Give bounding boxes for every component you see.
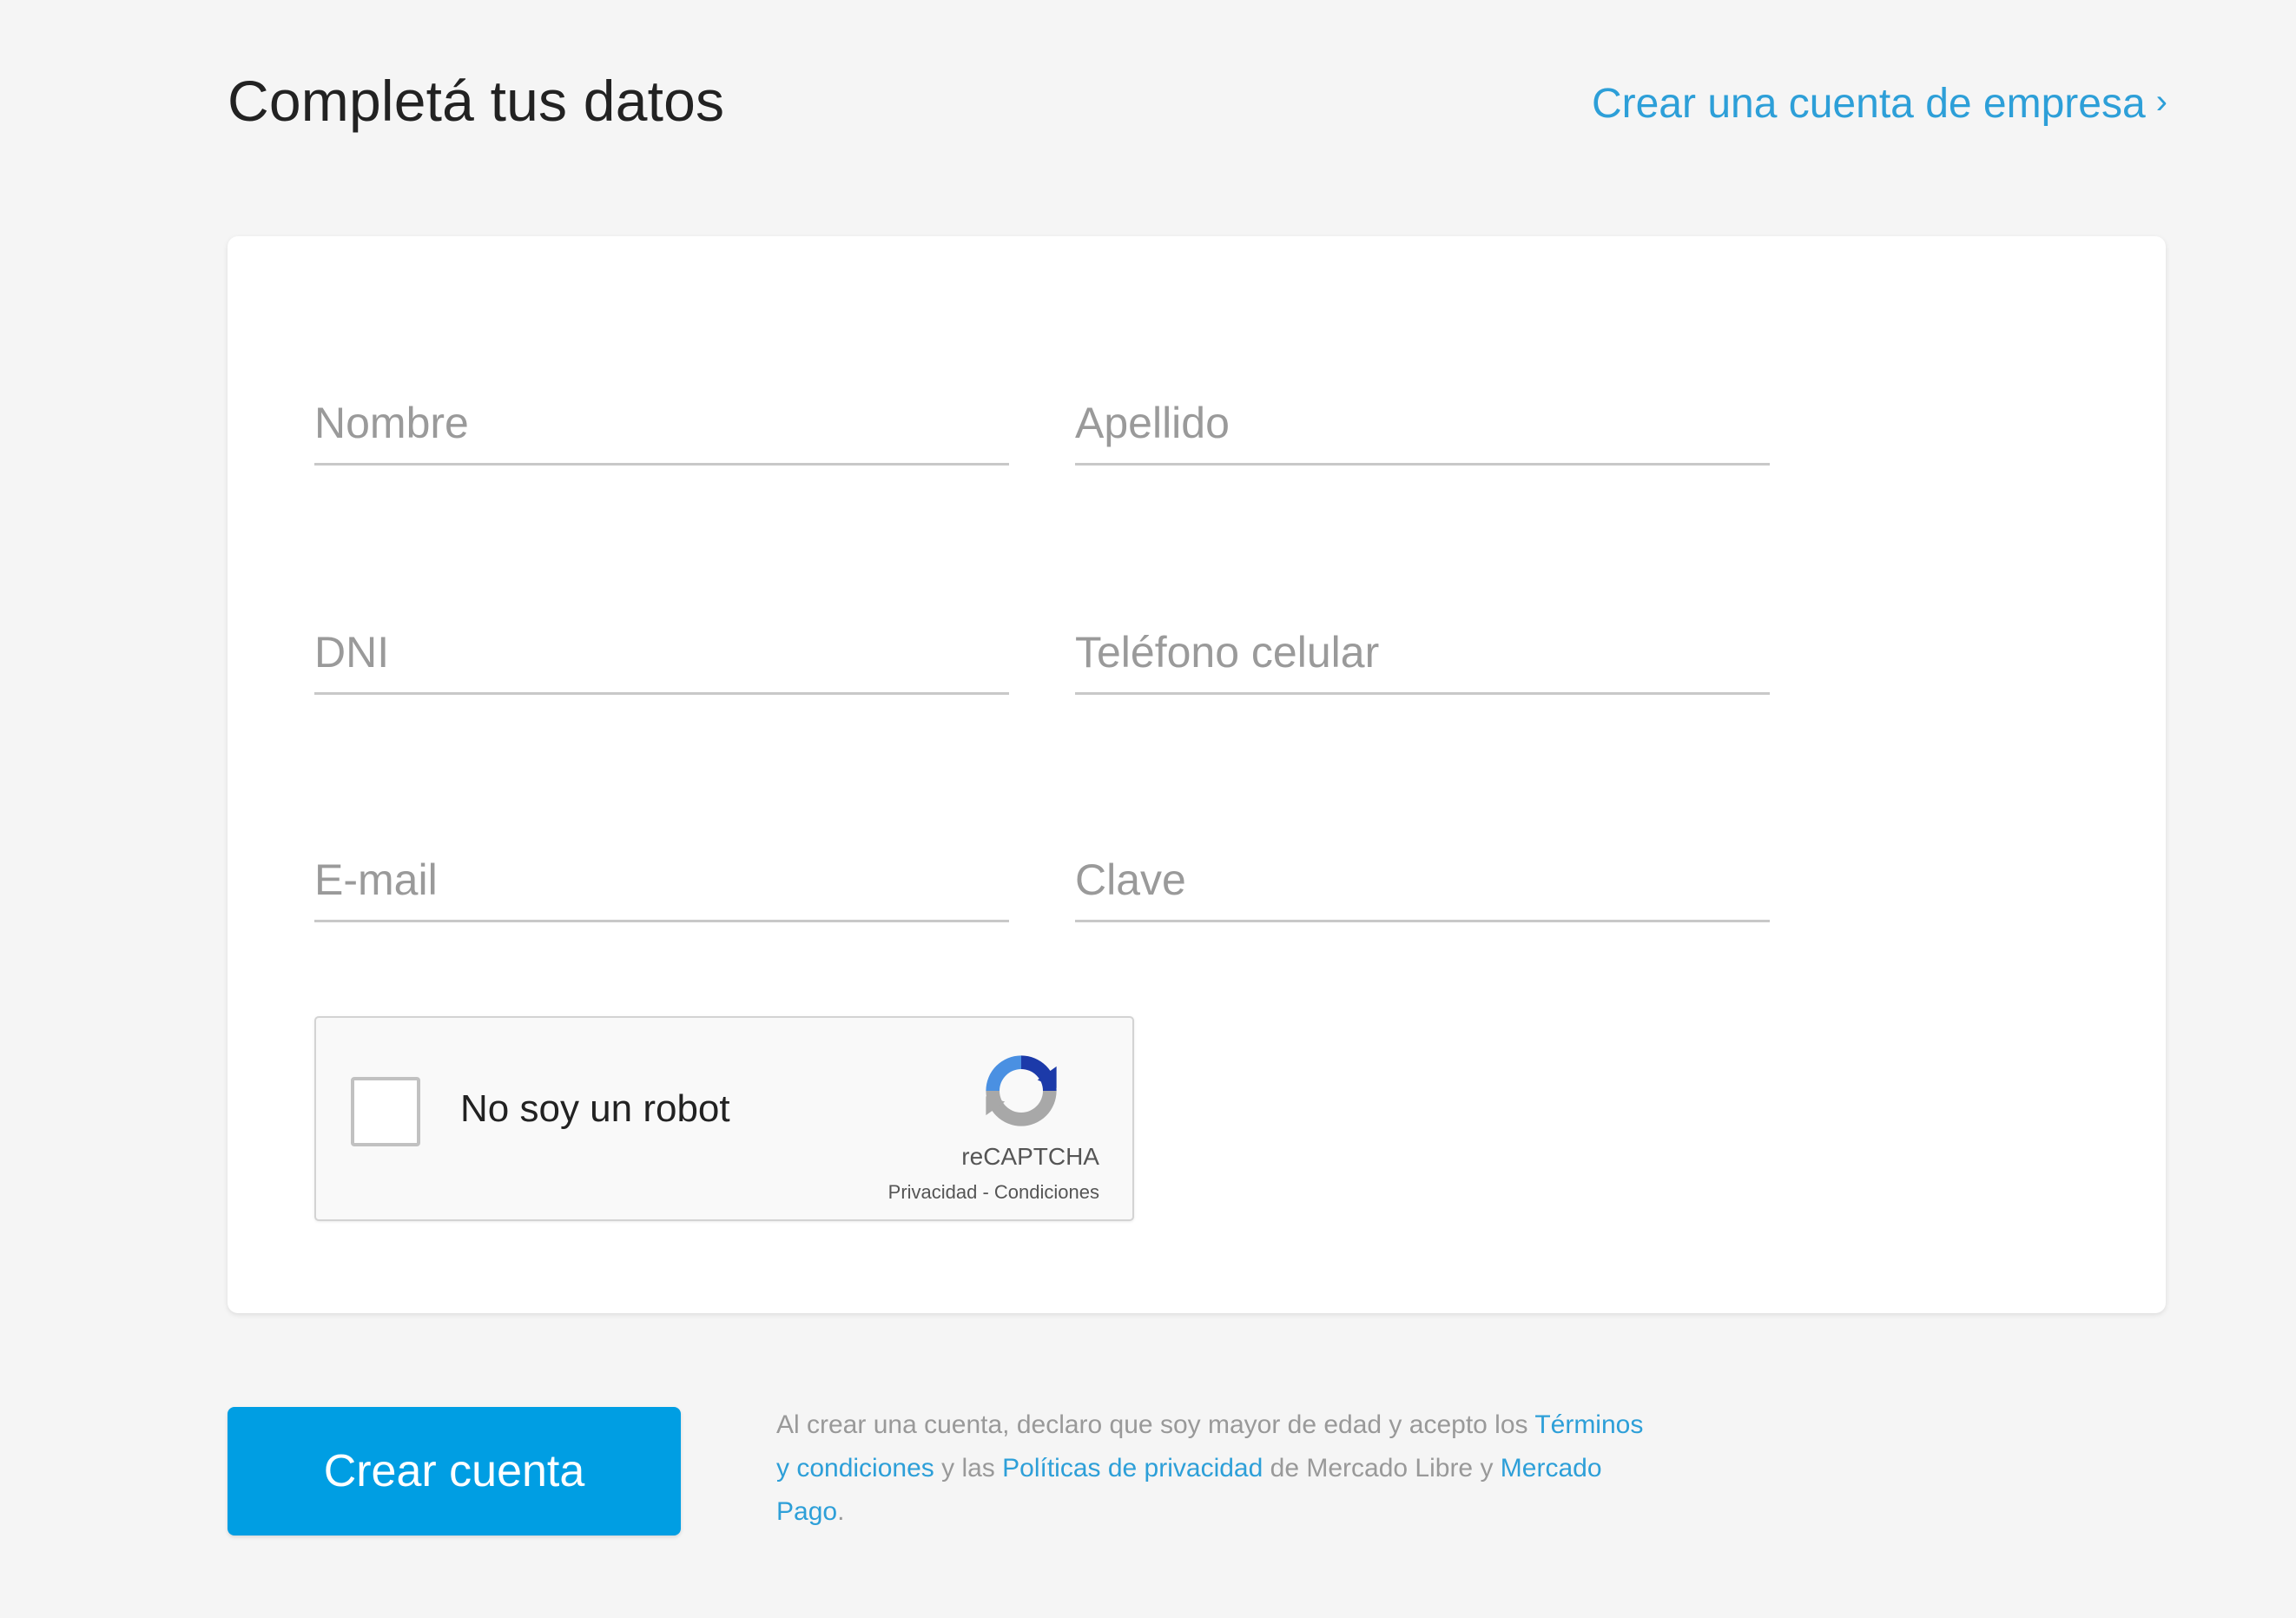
form-card: No soy un robot reCAPTCHA Privacidad - C… <box>228 236 2166 1313</box>
recaptcha-checkbox[interactable] <box>351 1077 420 1146</box>
create-company-account-link[interactable]: Crear una cuenta de empresa › <box>1592 80 2167 128</box>
recaptcha-privacy-link[interactable]: Privacidad <box>888 1181 978 1203</box>
recaptcha-logo-icon <box>986 1055 1057 1126</box>
last-name-input[interactable] <box>1075 383 1770 466</box>
legal-and-the: y las <box>934 1454 1003 1483</box>
legal-notice: Al crear una cuenta, declaro que soy may… <box>776 1403 1662 1534</box>
first-name-field <box>314 379 1009 466</box>
recaptcha-links: Privacidad - Condiciones <box>888 1181 1099 1204</box>
privacy-policy-link[interactable]: Políticas de privacidad <box>1002 1454 1263 1483</box>
recaptcha-label: No soy un robot <box>460 1087 730 1130</box>
password-field <box>1075 835 1770 922</box>
first-name-input[interactable] <box>314 383 1009 466</box>
recaptcha-widget: No soy un robot reCAPTCHA Privacidad - C… <box>314 1016 1134 1221</box>
recaptcha-terms-link[interactable]: Condiciones <box>994 1181 1099 1203</box>
legal-end: . <box>837 1497 845 1526</box>
recaptcha-brand: reCAPTCHA <box>961 1143 1099 1170</box>
email-field <box>314 835 1009 922</box>
create-account-button[interactable]: Crear cuenta <box>228 1407 681 1535</box>
password-input[interactable] <box>1075 840 1770 922</box>
phone-field <box>1075 608 1770 695</box>
chevron-right-icon: › <box>2155 83 2167 121</box>
recaptcha-links-separator: - <box>977 1181 994 1203</box>
legal-intro: Al crear una cuenta, declaro que soy may… <box>776 1410 1535 1439</box>
dni-input[interactable] <box>314 612 1009 695</box>
signup-page: Completá tus datos Crear una cuenta de e… <box>0 0 2296 1618</box>
create-company-account-label: Crear una cuenta de empresa <box>1591 81 2146 127</box>
dni-field <box>314 608 1009 695</box>
page-title: Completá tus datos <box>228 69 725 133</box>
last-name-field <box>1075 379 1770 466</box>
legal-of-mercado: de Mercado Libre y <box>1263 1454 1501 1483</box>
phone-input[interactable] <box>1075 612 1770 695</box>
email-input[interactable] <box>314 840 1009 922</box>
